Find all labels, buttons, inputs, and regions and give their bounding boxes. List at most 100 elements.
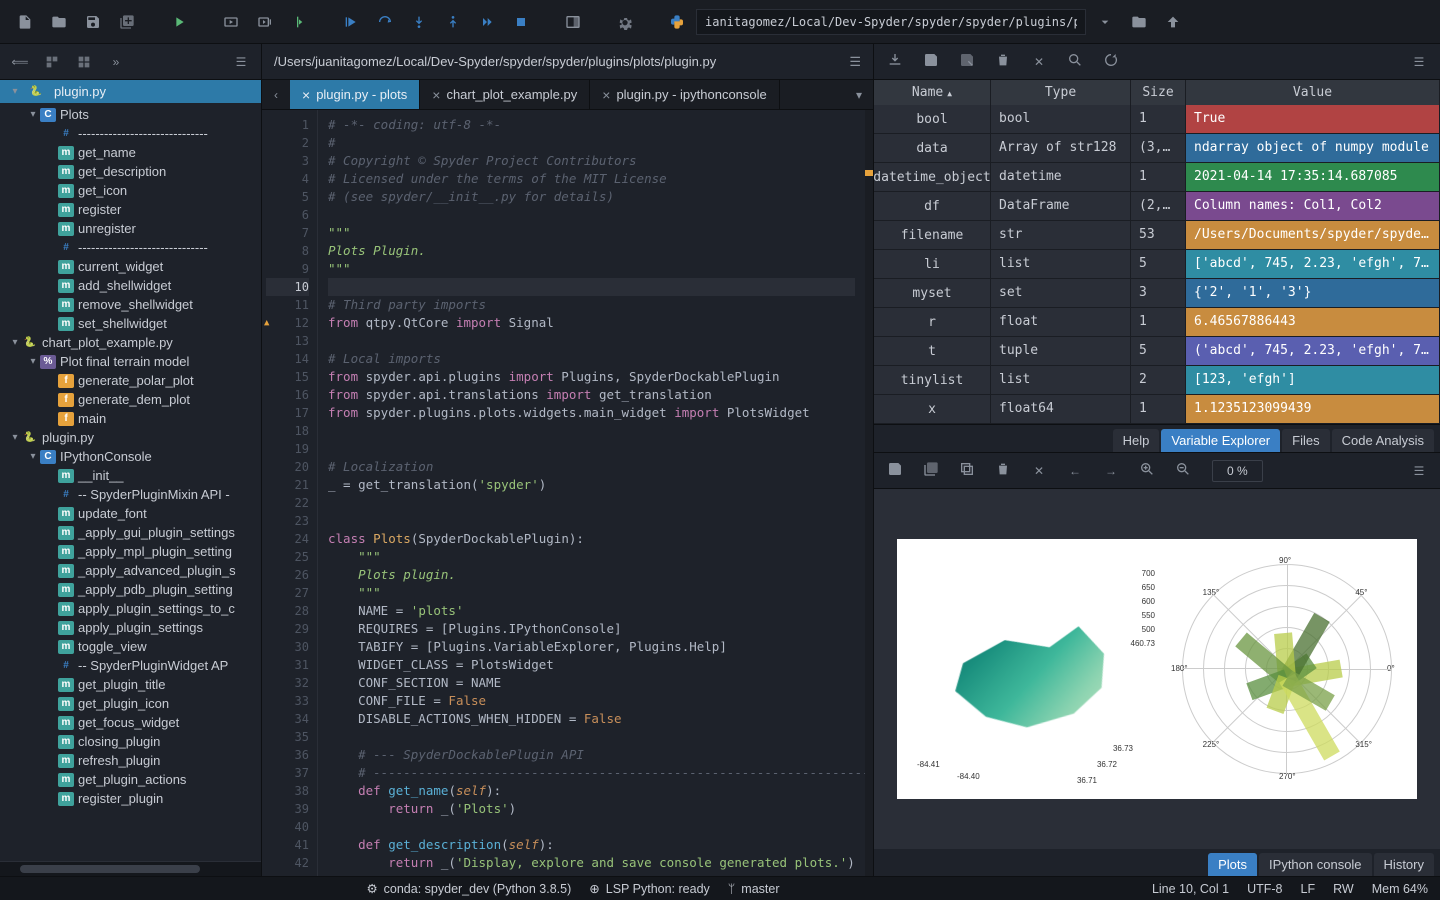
outline-item[interactable]: mget_plugin_title	[0, 675, 261, 694]
ve-row[interactable]: tinylistlist2[123, 'efgh']	[874, 366, 1440, 395]
close-tab-icon[interactable]: ×	[602, 87, 610, 103]
editor-tab[interactable]: ×plugin.py - plots	[290, 80, 420, 109]
outline-options-button[interactable]: ☰	[229, 50, 253, 74]
status-readwrite[interactable]: RW	[1333, 882, 1354, 896]
outline-item[interactable]: mremove_shellwidget	[0, 295, 261, 314]
plots-tab[interactable]: Plots	[1208, 853, 1257, 876]
outline-item[interactable]: m_apply_gui_plugin_settings	[0, 523, 261, 542]
outline-item[interactable]: mupdate_font	[0, 504, 261, 523]
run-cell-advance-button[interactable]	[250, 7, 280, 37]
outline-item[interactable]: mset_shellwidget	[0, 314, 261, 333]
ve-tab[interactable]: Code Analysis	[1332, 429, 1434, 452]
outline-item[interactable]: mget_description	[0, 162, 261, 181]
editor-minimap[interactable]	[865, 110, 873, 876]
run-cell-button[interactable]	[216, 7, 246, 37]
plots-copy-button[interactable]	[956, 461, 978, 480]
ve-row[interactable]: xfloat6411.1235123099439	[874, 395, 1440, 424]
status-cursor-pos[interactable]: Line 10, Col 1	[1152, 882, 1229, 896]
working-directory-input[interactable]	[696, 9, 1086, 35]
editor-tab[interactable]: ×plugin.py - ipythonconsole	[590, 80, 780, 109]
plots-tab[interactable]: IPython console	[1259, 853, 1372, 876]
close-tab-icon[interactable]: ×	[432, 87, 440, 103]
debug-step-over-button[interactable]	[370, 7, 400, 37]
ve-refresh-button[interactable]	[1100, 52, 1122, 71]
plots-tab[interactable]: History	[1374, 853, 1434, 876]
open-file-button[interactable]	[44, 7, 74, 37]
ve-header-name[interactable]: Name	[874, 80, 991, 105]
ve-tab[interactable]: Variable Explorer	[1161, 429, 1280, 452]
status-lsp[interactable]: ⊕ LSP Python: ready	[589, 881, 710, 896]
plots-delete-all-button[interactable]: ✕	[1028, 464, 1050, 478]
outline-item[interactable]: madd_shellwidget	[0, 276, 261, 295]
status-eol[interactable]: LF	[1301, 882, 1316, 896]
run-button[interactable]	[164, 7, 194, 37]
outline-item[interactable]: m_apply_advanced_plugin_s	[0, 561, 261, 580]
ve-search-button[interactable]	[1064, 52, 1086, 71]
plots-next-button[interactable]: →	[1100, 464, 1122, 478]
outline-item[interactable]: mapply_plugin_settings_to_c	[0, 599, 261, 618]
outline-item[interactable]: ▾CPlots	[0, 105, 261, 124]
outline-item[interactable]: #-- SpyderPluginMixin API -	[0, 485, 261, 504]
ve-row[interactable]: filenamestr53/Users/Documents/spyder/spy…	[874, 221, 1440, 250]
status-encoding[interactable]: UTF-8	[1247, 882, 1282, 896]
new-file-button[interactable]	[10, 7, 40, 37]
plots-save-button[interactable]	[884, 461, 906, 480]
status-env[interactable]: ⚙ conda: spyder_dev (Python 3.8.5)	[366, 881, 571, 896]
outline-item[interactable]: mget_plugin_actions	[0, 770, 261, 789]
outline-scrollbar[interactable]	[0, 861, 261, 876]
plots-prev-button[interactable]: ←	[1064, 464, 1086, 478]
outline-item[interactable]: #------------------------------	[0, 238, 261, 257]
outline-item[interactable]: mget_plugin_icon	[0, 694, 261, 713]
plots-zoom-in-button[interactable]	[1136, 461, 1158, 480]
ve-row[interactable]: boolbool1True	[874, 105, 1440, 134]
parent-directory-button[interactable]	[1158, 7, 1188, 37]
outline-item[interactable]: fmain	[0, 409, 261, 428]
debug-step-into-button[interactable]	[404, 7, 434, 37]
browse-directory-button[interactable]	[1124, 7, 1154, 37]
outline-item[interactable]: mcurrent_widget	[0, 257, 261, 276]
ve-row[interactable]: datetime_objectdatetime12021-04-14 17:35…	[874, 163, 1440, 192]
tab-scroll-left-button[interactable]: ‹	[262, 80, 290, 109]
save-all-button[interactable]	[112, 7, 142, 37]
outline-item[interactable]: fgenerate_polar_plot	[0, 371, 261, 390]
plots-delete-button[interactable]	[992, 461, 1014, 480]
editor-file-list-button[interactable]: ▾	[845, 80, 873, 109]
outline-item[interactable]: #------------------------------	[0, 124, 261, 143]
ve-row[interactable]: dfDataFrame(2, 2)Column names: Col1, Col…	[874, 192, 1440, 221]
outline-item[interactable]: ▾CIPythonConsole	[0, 447, 261, 466]
ve-delete-button[interactable]	[992, 52, 1014, 71]
outline-item[interactable]: mapply_plugin_settings	[0, 618, 261, 637]
outline-item[interactable]: mregister_plugin	[0, 789, 261, 808]
outline-item[interactable]: mtoggle_view	[0, 637, 261, 656]
ve-row[interactable]: lilist5['abcd', 745, 2.23, 'efgh', 70.2]	[874, 250, 1440, 279]
plots-zoom-out-button[interactable]	[1172, 461, 1194, 480]
ve-header-size[interactable]: Size	[1131, 80, 1186, 105]
ve-header-type[interactable]: Type	[991, 80, 1131, 105]
outline-item[interactable]: ▾🐍plugin.py	[0, 428, 261, 447]
outline-item[interactable]: mget_focus_widget	[0, 713, 261, 732]
ve-options-button[interactable]: ☰	[1408, 55, 1430, 69]
working-directory-dropdown[interactable]	[1090, 7, 1120, 37]
debug-button[interactable]	[336, 7, 366, 37]
outline-item[interactable]: fgenerate_dem_plot	[0, 390, 261, 409]
outline-item[interactable]: m__init__	[0, 466, 261, 485]
debug-step-out-button[interactable]	[438, 7, 468, 37]
status-git-branch[interactable]: ᛘ master	[728, 881, 780, 896]
ve-delete-all-button[interactable]: ✕	[1028, 55, 1050, 69]
ve-save-button[interactable]	[920, 52, 942, 71]
outline-item[interactable]: #-- SpyderPluginWidget AP	[0, 656, 261, 675]
editor-options-button[interactable]: ☰	[849, 54, 861, 70]
python-path-button[interactable]	[662, 7, 692, 37]
ve-header-value[interactable]: Value	[1186, 80, 1440, 105]
plots-viewer[interactable]: 700 650 600 550 500 460.73 -84.41 -84.40…	[874, 489, 1440, 849]
debug-stop-button[interactable]	[506, 7, 536, 37]
ve-tab[interactable]: Help	[1113, 429, 1160, 452]
outline-tree[interactable]: ▾CPlots#------------------------------mg…	[0, 103, 261, 861]
close-tab-icon[interactable]: ×	[302, 87, 310, 103]
code-area[interactable]: # -*- coding: utf-8 -*-## Copyright © Sp…	[318, 110, 865, 876]
preferences-button[interactable]	[610, 7, 640, 37]
outline-item[interactable]: mrefresh_plugin	[0, 751, 261, 770]
ve-row[interactable]: ttuple5('abcd', 745, 2.23, 'efgh', 70.2)	[874, 337, 1440, 366]
ve-row[interactable]: rfloat16.46567886443	[874, 308, 1440, 337]
outline-item[interactable]: m_apply_mpl_plugin_setting	[0, 542, 261, 561]
